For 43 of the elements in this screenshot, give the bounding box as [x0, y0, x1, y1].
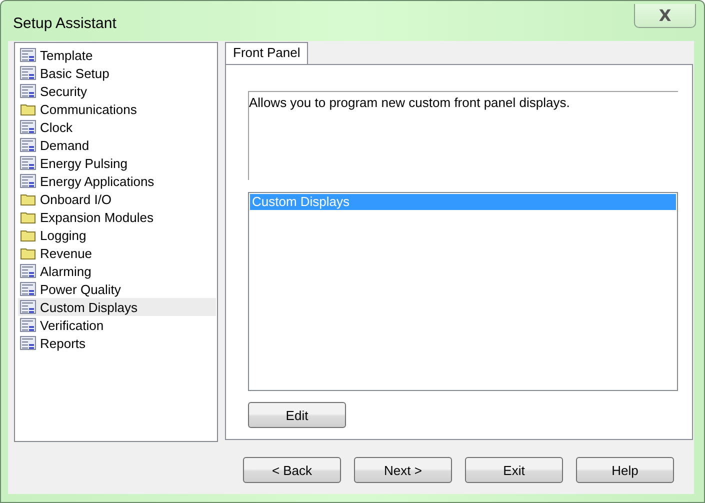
tree-item[interactable]: Basic Setup: [18, 64, 216, 82]
dialog-button[interactable]: Help: [576, 457, 674, 483]
form-icon: [20, 300, 36, 314]
form-icon: [20, 84, 36, 98]
tree-item[interactable]: Custom Displays: [18, 298, 216, 316]
form-icon: [20, 156, 36, 170]
dialog-button[interactable]: Exit: [465, 457, 563, 483]
tree-item[interactable]: Template: [18, 46, 216, 64]
tree-item[interactable]: Reports: [18, 334, 216, 352]
dialog-button[interactable]: Next >: [354, 457, 452, 483]
window-title: Setup Assistant: [13, 14, 116, 32]
form-icon: [20, 318, 36, 332]
form-icon: [20, 174, 36, 188]
tree-item[interactable]: Communications: [18, 100, 216, 118]
form-icon: [20, 120, 36, 134]
folder-icon: [20, 192, 36, 206]
tree-item[interactable]: Power Quality: [18, 280, 216, 298]
folder-icon: [20, 246, 36, 260]
tree-item[interactable]: Demand: [18, 136, 216, 154]
tree-item[interactable]: Security: [18, 82, 216, 100]
close-button[interactable]: X: [634, 4, 696, 28]
tree-item[interactable]: Energy Pulsing: [18, 154, 216, 172]
tree-item[interactable]: Onboard I/O: [18, 190, 216, 208]
tree-item[interactable]: Revenue: [18, 244, 216, 262]
tree-item[interactable]: Clock: [18, 118, 216, 136]
form-icon: [20, 282, 36, 296]
form-icon: [20, 336, 36, 350]
tab[interactable]: Front Panel: [225, 42, 308, 64]
form-icon: [20, 66, 36, 80]
form-icon: [20, 138, 36, 152]
tree-item[interactable]: Logging: [18, 226, 216, 244]
tree-item[interactable]: Energy Applications: [18, 172, 216, 190]
folder-icon: [20, 210, 36, 224]
dialog-button[interactable]: < Back: [243, 457, 341, 483]
folder-icon: [20, 102, 36, 116]
edit-button[interactable]: Edit: [248, 402, 346, 428]
tree-item[interactable]: Verification: [18, 316, 216, 334]
description-text: Allows you to program new custom front panel displays.: [249, 95, 570, 110]
tree-item[interactable]: Alarming: [18, 262, 216, 280]
tree-item[interactable]: Expansion Modules: [18, 208, 216, 226]
folder-icon: [20, 228, 36, 242]
form-icon: [20, 264, 36, 278]
form-icon: [20, 48, 36, 62]
